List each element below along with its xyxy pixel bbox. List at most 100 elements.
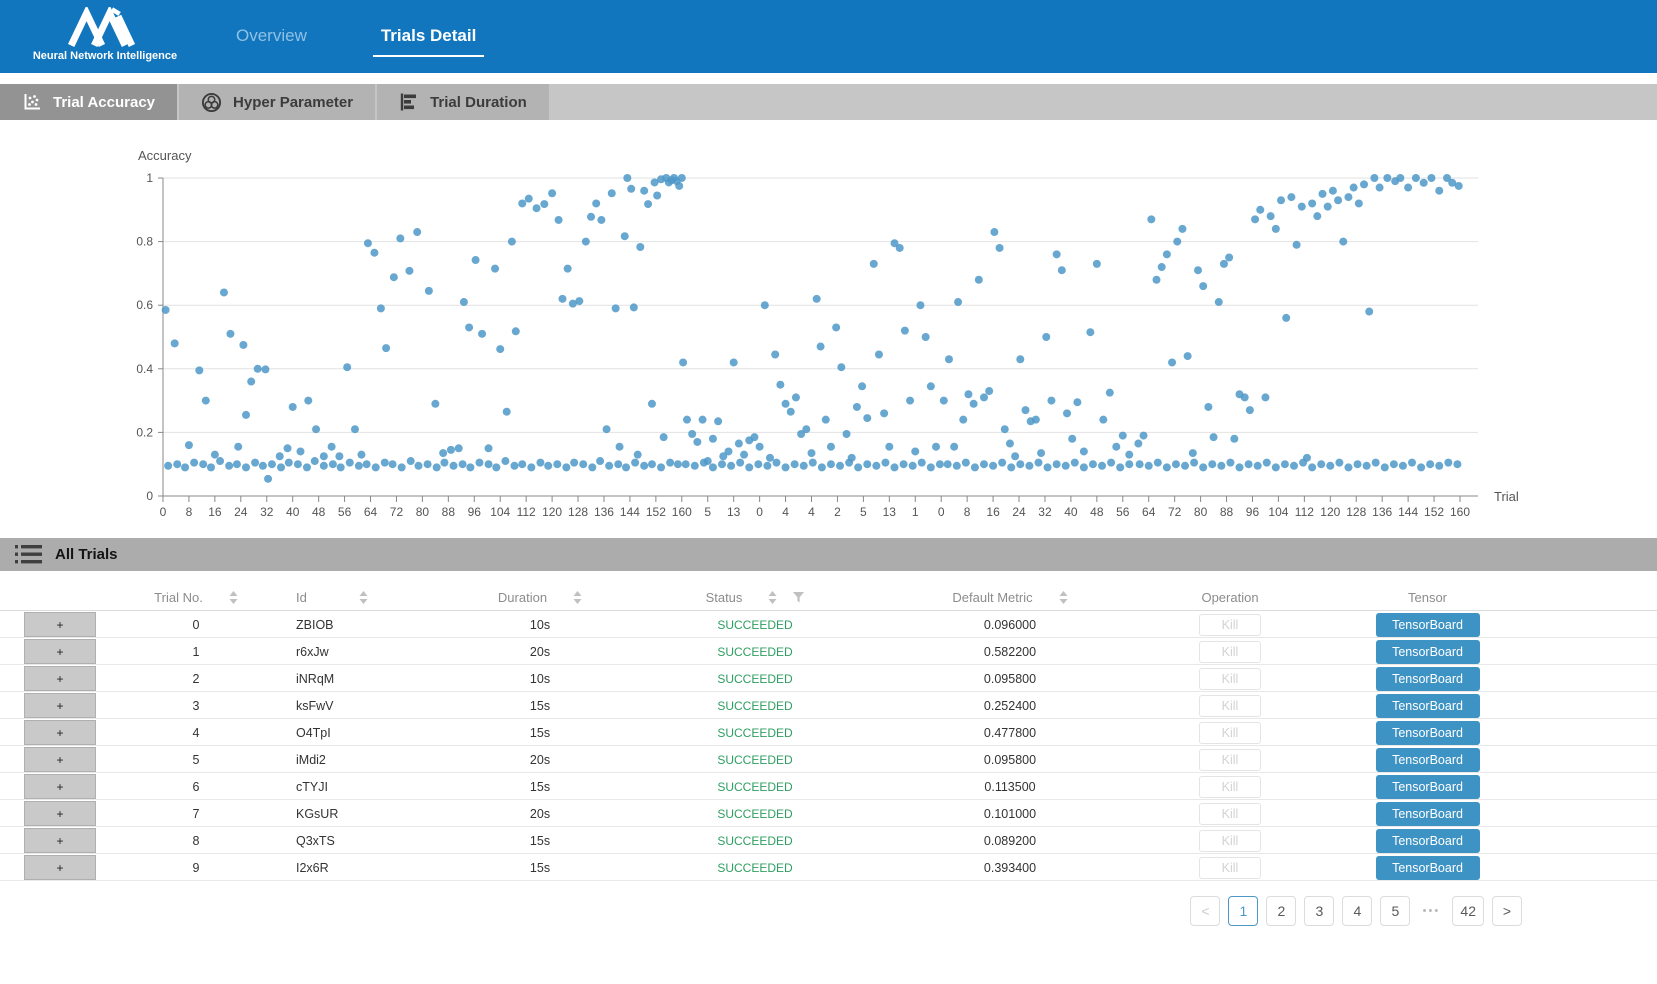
tensorboard-button[interactable]: TensorBoard (1376, 640, 1480, 664)
scatter-point (390, 273, 398, 281)
scatter-point (185, 441, 193, 449)
tensorboard-button[interactable]: TensorBoard (1376, 694, 1480, 718)
scatter-point (1210, 433, 1218, 441)
cell-status: SUCCEEDED (640, 773, 870, 800)
x-tick-label: 128 (568, 505, 588, 519)
x-tick-label: 144 (1398, 505, 1418, 519)
sort-icon[interactable] (359, 591, 368, 604)
nav-tab-overview[interactable]: Overview (228, 22, 315, 57)
tab-trial-duration-label: Trial Duration (430, 94, 527, 111)
kill-button[interactable]: Kill (1199, 803, 1261, 825)
kill-button[interactable]: Kill (1199, 749, 1261, 771)
scatter-point (296, 447, 304, 455)
filter-icon[interactable] (793, 592, 804, 603)
cell-operation: Kill (1150, 773, 1310, 800)
scatter-point (1145, 462, 1153, 470)
scatter-point (1339, 238, 1347, 246)
page-button-5[interactable]: 5 (1380, 896, 1410, 926)
scatter-point (536, 459, 544, 467)
scatter-point (1032, 416, 1040, 424)
tab-trial-duration[interactable]: Trial Duration (377, 84, 549, 120)
column-header-id[interactable]: Id (294, 584, 440, 610)
scatter-point (1417, 463, 1425, 471)
cell-trial-no: 5 (98, 746, 294, 773)
expand-row-button[interactable]: + (24, 612, 96, 637)
scatter-point (1376, 184, 1384, 192)
expand-row-button[interactable]: + (24, 774, 96, 799)
sort-icon[interactable] (768, 591, 777, 604)
scatter-point (455, 444, 463, 452)
scatter-point (990, 228, 998, 236)
scatter-point (337, 463, 345, 471)
scatter-point (496, 345, 504, 353)
column-header-default-metric[interactable]: Default Metric (870, 584, 1150, 610)
scatter-point (854, 463, 862, 471)
pagination-ellipsis[interactable]: ••• (1418, 905, 1444, 917)
x-tick-label: 112 (1295, 505, 1314, 519)
expand-row-button[interactable]: + (24, 855, 96, 880)
column-header-status[interactable]: Status (640, 584, 870, 610)
column-header-duration[interactable]: Duration (440, 584, 640, 610)
scatter-point (202, 397, 210, 405)
x-tick-label: 88 (442, 505, 456, 519)
scatter-point (754, 460, 762, 468)
page-button-4[interactable]: 4 (1342, 896, 1372, 926)
scatter-point (644, 200, 652, 208)
tensorboard-button[interactable]: TensorBoard (1376, 667, 1480, 691)
scatter-point (1308, 199, 1316, 207)
scatter-point (1001, 425, 1009, 433)
kill-button[interactable]: Kill (1199, 695, 1261, 717)
y-axis-label: Accuracy (138, 148, 192, 163)
kill-button[interactable]: Kill (1199, 722, 1261, 744)
page-button-1[interactable]: 1 (1228, 896, 1258, 926)
tensorboard-button[interactable]: TensorBoard (1376, 856, 1480, 880)
cell-filler (1545, 827, 1657, 854)
page-button-2[interactable]: 2 (1266, 896, 1296, 926)
sort-icon[interactable] (1059, 591, 1068, 604)
tensorboard-button[interactable]: TensorBoard (1376, 748, 1480, 772)
tensorboard-button[interactable]: TensorBoard (1376, 775, 1480, 799)
expand-row-button[interactable]: + (24, 720, 96, 745)
x-tick-label: 48 (1090, 505, 1104, 519)
kill-button[interactable]: Kill (1199, 668, 1261, 690)
x-tick-label: 16 (208, 505, 222, 519)
nav-tab-trials-detail[interactable]: Trials Detail (373, 22, 484, 57)
kill-button[interactable]: Kill (1199, 614, 1261, 636)
scatter-point (171, 339, 179, 347)
sort-icon[interactable] (229, 591, 238, 604)
sort-icon[interactable] (573, 591, 582, 604)
column-header-trial-no[interactable]: Trial No. (98, 584, 294, 610)
expand-row-button[interactable]: + (24, 693, 96, 718)
scatter-point (1037, 449, 1045, 457)
prev-page-button[interactable]: < (1190, 896, 1220, 926)
scatter-point (381, 459, 389, 467)
tensorboard-button[interactable]: TensorBoard (1376, 802, 1480, 826)
expand-row-button[interactable]: + (24, 801, 96, 826)
kill-button[interactable]: Kill (1199, 830, 1261, 852)
tensorboard-button[interactable]: TensorBoard (1376, 613, 1480, 637)
tensorboard-button[interactable]: TensorBoard (1376, 721, 1480, 745)
expand-row-button[interactable]: + (24, 747, 96, 772)
default-metric-header-label: Default Metric (952, 590, 1032, 605)
page-button-42[interactable]: 42 (1452, 896, 1484, 926)
scatter-point (756, 443, 764, 451)
scatter-point (740, 451, 748, 459)
kill-button[interactable]: Kill (1199, 776, 1261, 798)
scatter-point (320, 452, 328, 460)
tab-trial-accuracy[interactable]: Trial Accuracy (0, 84, 177, 120)
tensorboard-button[interactable]: TensorBoard (1376, 829, 1480, 853)
next-page-button[interactable]: > (1492, 896, 1522, 926)
cell-id: iMdi2 (294, 746, 440, 773)
tab-hyper-parameter[interactable]: Hyper Parameter (179, 84, 375, 120)
kill-button[interactable]: Kill (1199, 641, 1261, 663)
cell-operation: Kill (1150, 692, 1310, 719)
x-tick-label: 88 (1220, 505, 1234, 519)
expand-row-button[interactable]: + (24, 666, 96, 691)
kill-button[interactable]: Kill (1199, 857, 1261, 879)
scatter-point (1011, 452, 1019, 460)
expand-row-button[interactable]: + (24, 639, 96, 664)
scatter-point (466, 463, 474, 471)
expand-row-button[interactable]: + (24, 828, 96, 853)
x-tick-label: 16 (986, 505, 1000, 519)
page-button-3[interactable]: 3 (1304, 896, 1334, 926)
